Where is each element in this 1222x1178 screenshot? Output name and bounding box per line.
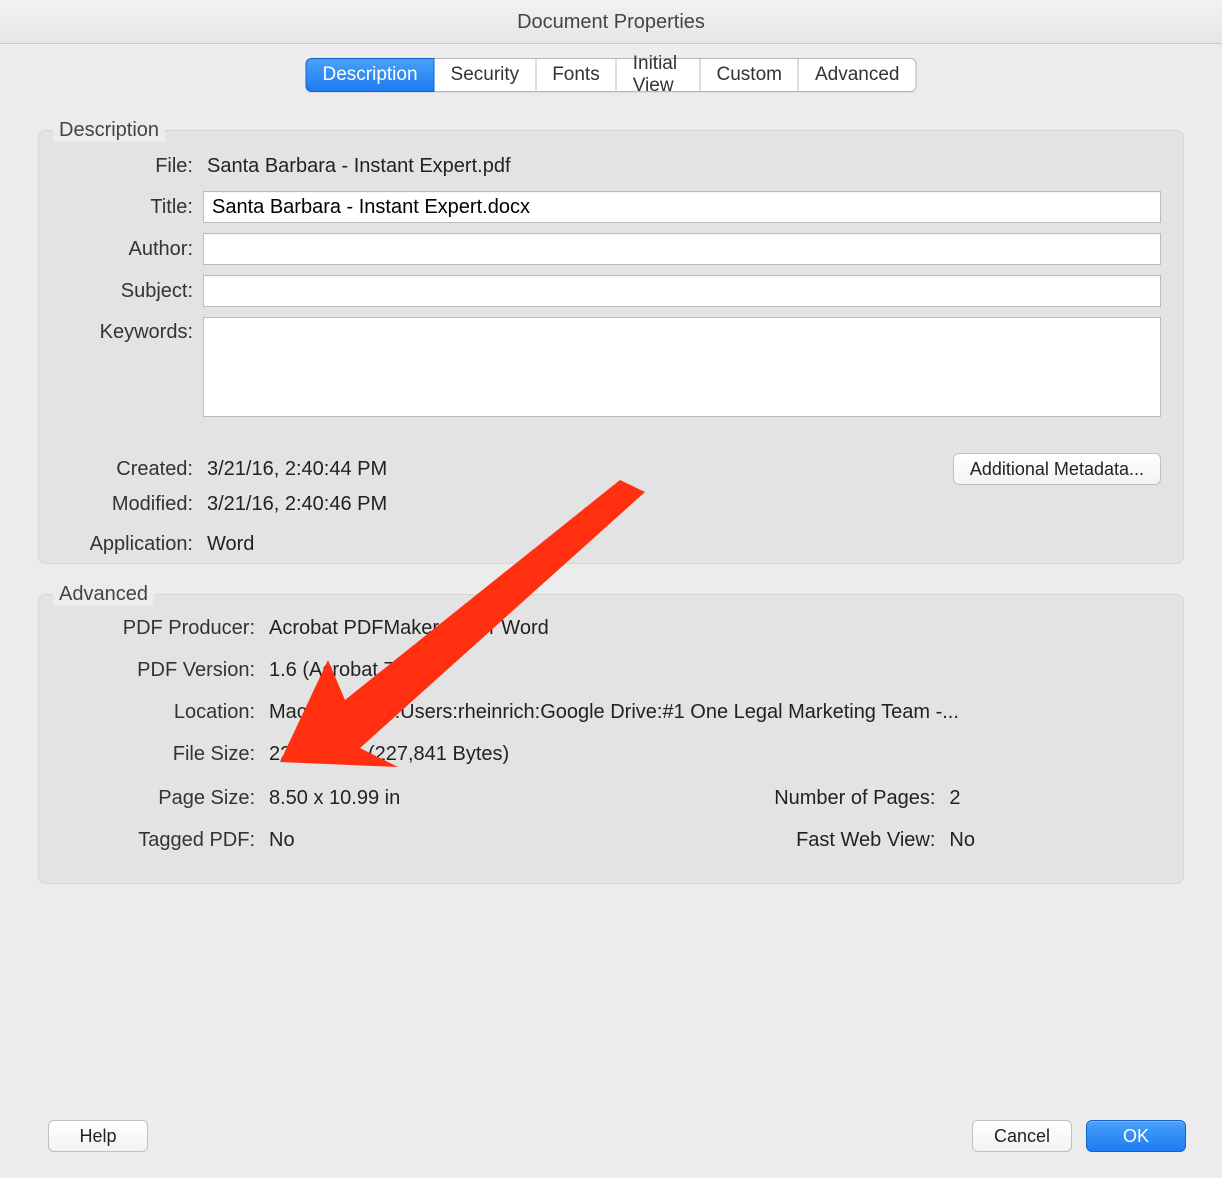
numpages-value: 2: [945, 787, 1005, 810]
cancel-button[interactable]: Cancel: [972, 1120, 1072, 1152]
producer-label: PDF Producer:: [39, 617, 265, 640]
subject-label: Subject:: [39, 280, 203, 303]
tab-fonts[interactable]: Fonts: [535, 58, 617, 92]
filesize-label: File Size:: [39, 743, 265, 766]
version-label: PDF Version:: [39, 659, 265, 682]
pagesize-label: Page Size:: [39, 787, 265, 810]
description-legend: Description: [53, 119, 165, 142]
application-label: Application:: [39, 533, 203, 556]
created-label: Created:: [39, 458, 203, 481]
title-input[interactable]: [203, 191, 1161, 223]
location-label: Location:: [39, 701, 265, 724]
advanced-legend: Advanced: [53, 583, 154, 606]
producer-value: Acrobat PDFMaker 15 for Word: [265, 617, 1183, 640]
created-value: 3/21/16, 2:40:44 PM: [203, 458, 953, 481]
fastweb-value: No: [945, 829, 1005, 852]
tagged-value: No: [265, 829, 725, 852]
additional-metadata-button[interactable]: Additional Metadata...: [953, 453, 1161, 485]
file-label: File:: [39, 155, 203, 178]
tab-bar: Description Security Fonts Initial View …: [306, 58, 917, 92]
tab-advanced[interactable]: Advanced: [798, 58, 917, 92]
tab-description[interactable]: Description: [306, 58, 435, 92]
tab-security[interactable]: Security: [434, 58, 537, 92]
description-group: Description File: Santa Barbara - Instan…: [38, 130, 1184, 564]
ok-button[interactable]: OK: [1086, 1120, 1186, 1152]
author-input[interactable]: [203, 233, 1161, 265]
modified-label: Modified:: [39, 493, 203, 516]
keywords-label: Keywords:: [39, 317, 203, 344]
window-title: Document Properties: [0, 0, 1222, 44]
subject-input[interactable]: [203, 275, 1161, 307]
file-value: Santa Barbara - Instant Expert.pdf: [203, 155, 1183, 178]
document-properties-dialog: Document Properties Description Security…: [0, 0, 1222, 1178]
keywords-input[interactable]: [203, 317, 1161, 417]
tab-initial-view[interactable]: Initial View: [616, 58, 701, 92]
tab-custom[interactable]: Custom: [700, 58, 799, 92]
location-value: Macintosh HD:Users:rheinrich:Google Driv…: [265, 701, 1183, 724]
modified-value: 3/21/16, 2:40:46 PM: [203, 493, 1183, 516]
version-value: 1.6 (Acrobat 7.x): [265, 659, 1183, 682]
filesize-value: 222.50 KB (227,841 Bytes): [265, 743, 1183, 766]
dialog-button-bar: Help Cancel OK: [34, 1120, 1186, 1152]
author-label: Author:: [39, 238, 203, 261]
pagesize-value: 8.50 x 10.99 in: [265, 787, 725, 810]
fastweb-label: Fast Web View:: [725, 829, 945, 852]
application-value: Word: [203, 533, 1183, 556]
help-button[interactable]: Help: [48, 1120, 148, 1152]
numpages-label: Number of Pages:: [725, 787, 945, 810]
advanced-group: Advanced PDF Producer: Acrobat PDFMaker …: [38, 594, 1184, 884]
title-label: Title:: [39, 196, 203, 219]
tagged-label: Tagged PDF:: [39, 829, 265, 852]
